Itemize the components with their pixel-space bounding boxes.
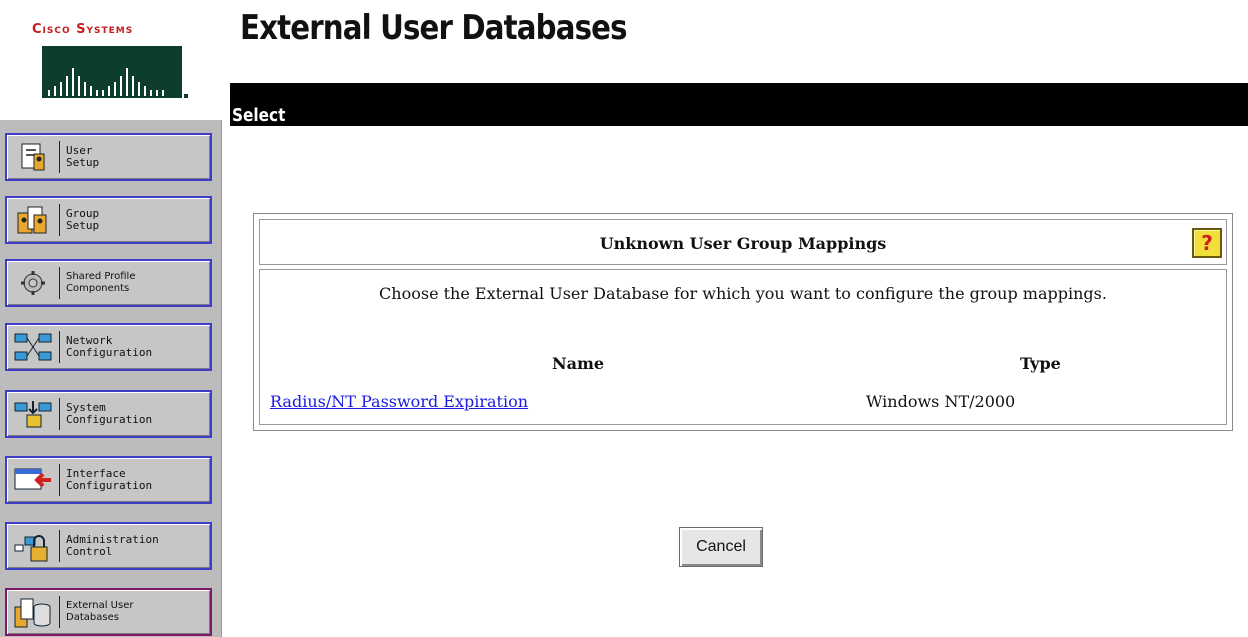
sidebar-item-label: Group Setup bbox=[66, 207, 100, 232]
page-title: External User Databases bbox=[240, 8, 627, 48]
sidebar-item-interface-config[interactable]: Interface Configuration bbox=[5, 456, 212, 504]
table-body: Choose the External User Database for wh… bbox=[259, 269, 1227, 425]
sidebar-item-shared-profile[interactable]: Shared Profile Components bbox=[5, 259, 212, 307]
cancel-button[interactable]: Cancel bbox=[679, 527, 763, 567]
sidebar-item-external-db[interactable]: External User Databases bbox=[5, 588, 212, 636]
system-config-icon bbox=[11, 394, 55, 434]
external-db-icon bbox=[11, 592, 55, 632]
sidebar-item-label: External User Databases bbox=[66, 600, 134, 623]
sidebar-item-label: Shared Profile Components bbox=[66, 271, 136, 294]
sidebar-nav: User Setup Group Setup Shared Profile Co… bbox=[0, 120, 222, 637]
sidebar-item-group-setup[interactable]: Group Setup bbox=[5, 196, 212, 244]
sidebar-item-label: Administration Control bbox=[66, 533, 159, 558]
table-description: Choose the External User Database for wh… bbox=[379, 284, 1107, 303]
table-header: Unknown User Group Mappings ? bbox=[259, 219, 1227, 265]
sidebar-item-label: Interface Configuration bbox=[66, 467, 153, 492]
interface-config-icon bbox=[11, 460, 55, 500]
sidebar-item-label: Network Configuration bbox=[66, 334, 153, 359]
group-mappings-table: Unknown User Group Mappings ? Choose the… bbox=[253, 213, 1233, 431]
table-title: Unknown User Group Mappings bbox=[599, 234, 887, 253]
cisco-bars-icon bbox=[42, 46, 188, 98]
database-link[interactable]: Radius/NT Password Expiration bbox=[270, 392, 528, 411]
section-label: Select bbox=[232, 105, 286, 126]
cisco-logo: Cisco Systems bbox=[32, 22, 202, 102]
database-type: Windows NT/2000 bbox=[866, 392, 1016, 411]
brand-name: Cisco Systems bbox=[32, 22, 134, 37]
section-bar: Select bbox=[230, 83, 1248, 126]
user-setup-icon bbox=[11, 137, 55, 177]
sidebar-item-admin-control[interactable]: Administration Control bbox=[5, 522, 212, 570]
sidebar-item-label: User Setup bbox=[66, 144, 100, 169]
help-icon[interactable]: ? bbox=[1192, 228, 1222, 258]
admin-control-icon bbox=[11, 526, 55, 566]
sidebar-item-label: System Configuration bbox=[66, 401, 153, 426]
network-config-icon bbox=[11, 327, 55, 367]
group-setup-icon bbox=[11, 200, 55, 240]
shared-profile-icon bbox=[11, 263, 55, 303]
column-header-type: Type bbox=[1020, 354, 1061, 373]
sidebar-item-network-config[interactable]: Network Configuration bbox=[5, 323, 212, 371]
column-header-name: Name bbox=[552, 354, 605, 373]
sidebar-item-system-config[interactable]: System Configuration bbox=[5, 390, 212, 438]
sidebar-item-user-setup[interactable]: User Setup bbox=[5, 133, 212, 181]
